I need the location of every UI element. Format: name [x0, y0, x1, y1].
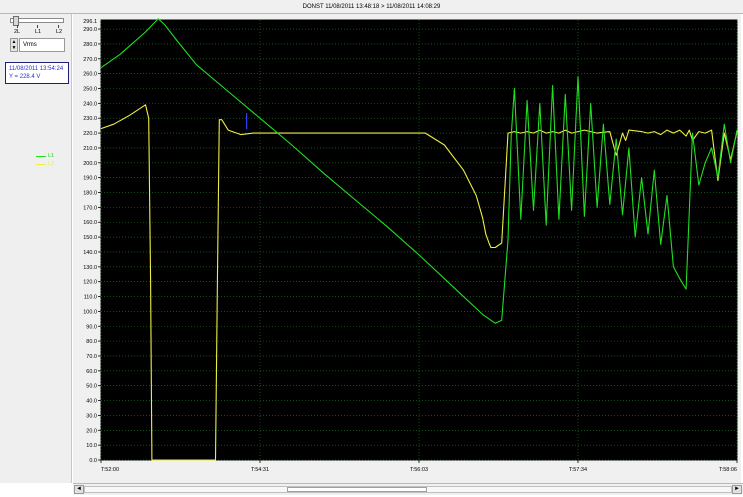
y-tick-label: 50.0 [86, 384, 97, 390]
slider-tick-label: L2 [56, 29, 63, 35]
slider-tick [58, 25, 59, 28]
scroll-left-icon[interactable]: ◄ [74, 485, 84, 494]
y-tick-label: 120.0 [83, 280, 97, 286]
y-tick-label: 80.0 [86, 339, 97, 345]
y-tick-label: 150.0 [83, 235, 97, 241]
y-tick-label: 100.0 [83, 309, 97, 315]
y-tick-label: 260.0 [83, 72, 97, 78]
y-tick-label: 190.0 [83, 176, 97, 182]
y-tick-label: 210.0 [83, 146, 97, 152]
slider-tick-label: 2L [14, 29, 21, 35]
y-tick-label: 60.0 [86, 369, 97, 375]
y-tick-label: 70.0 [86, 354, 97, 360]
legend-label: L1 [48, 153, 55, 159]
cursor-time: 11/08/2011 13:54:24 [9, 66, 64, 72]
x-tick-label: T:57:34 [569, 467, 587, 473]
y-tick-label: 230.0 [83, 116, 97, 122]
legend: L1 L2 [36, 152, 54, 168]
window-title: DONST 11/08/2011 13:48:18 > 11/08/2011 1… [0, 0, 743, 14]
y-tick-label: 180.0 [83, 191, 97, 197]
legend-item-l2[interactable]: L2 [36, 160, 54, 168]
y-tick-label: 160.0 [83, 220, 97, 226]
channel-spinner[interactable]: ▲ ▼ [10, 38, 18, 52]
y-tick-label: 270.0 [83, 57, 97, 63]
y-tick-label: 240.0 [83, 101, 97, 107]
chart-area[interactable]: 0.0 10.0 20.0 30.0 40.0 50.0 60.0 70.0 80.0 90.0 1… [73, 14, 741, 483]
y-tick-label: 250.0 [83, 87, 97, 93]
x-tick-label: T:54:31 [251, 467, 269, 473]
y-tick-label: 170.0 [83, 205, 97, 211]
left-panel: 2L L1 L2 ▲ ▼ Vrms 11/08/2011 13:54:24 Y … [0, 14, 72, 483]
slider-tick-label: L1 [35, 29, 42, 35]
y-tick-label: 90.0 [86, 324, 97, 330]
y-tick-label: 10.0 [86, 443, 97, 449]
y-tick-label: 280.0 [83, 42, 97, 48]
horizontal-scrollbar[interactable]: ◄ ► [73, 483, 743, 495]
scroll-track[interactable] [84, 486, 732, 493]
y-tick-label: 220.0 [83, 131, 97, 137]
y-tick-label: 30.0 [86, 413, 97, 419]
y-tick-label: 20.0 [86, 428, 97, 434]
voltage-chart[interactable]: 0.0 10.0 20.0 30.0 40.0 50.0 60.0 70.0 80.0 90.0 1… [73, 14, 741, 483]
y-tick-label: 140.0 [83, 250, 97, 256]
phase-slider-thumb[interactable] [13, 16, 19, 26]
x-tick-label: T:58:06 [719, 467, 737, 473]
y-tick-label: 110.0 [84, 295, 97, 301]
y-tick-label: 290.0 [83, 27, 97, 33]
scroll-right-icon[interactable]: ► [732, 485, 742, 494]
legend-swatch [36, 155, 46, 157]
cursor-readout: 11/08/2011 13:54:24 Y = 228.4 V [5, 62, 69, 84]
channel-select[interactable]: Vrms [19, 38, 65, 52]
legend-item-l1[interactable]: L1 [36, 152, 54, 160]
legend-label: L2 [48, 161, 55, 167]
x-tick-label: T:56:03 [410, 467, 428, 473]
slider-tick [17, 25, 18, 28]
cursor-value: Y = 228.4 V [9, 74, 41, 80]
y-tick-label: 40.0 [86, 399, 97, 405]
slider-tick [37, 25, 38, 28]
scroll-thumb[interactable] [287, 487, 427, 492]
x-tick-label: T:52:00 [101, 467, 119, 473]
y-tick-label: 0.0 [89, 458, 97, 464]
y-tick-label: 130.0 [83, 265, 97, 271]
y-tick-label: 200.0 [83, 161, 97, 167]
spin-down-icon[interactable]: ▼ [12, 45, 17, 51]
legend-swatch [36, 163, 46, 165]
y-max-label: 296.1 [83, 19, 97, 25]
